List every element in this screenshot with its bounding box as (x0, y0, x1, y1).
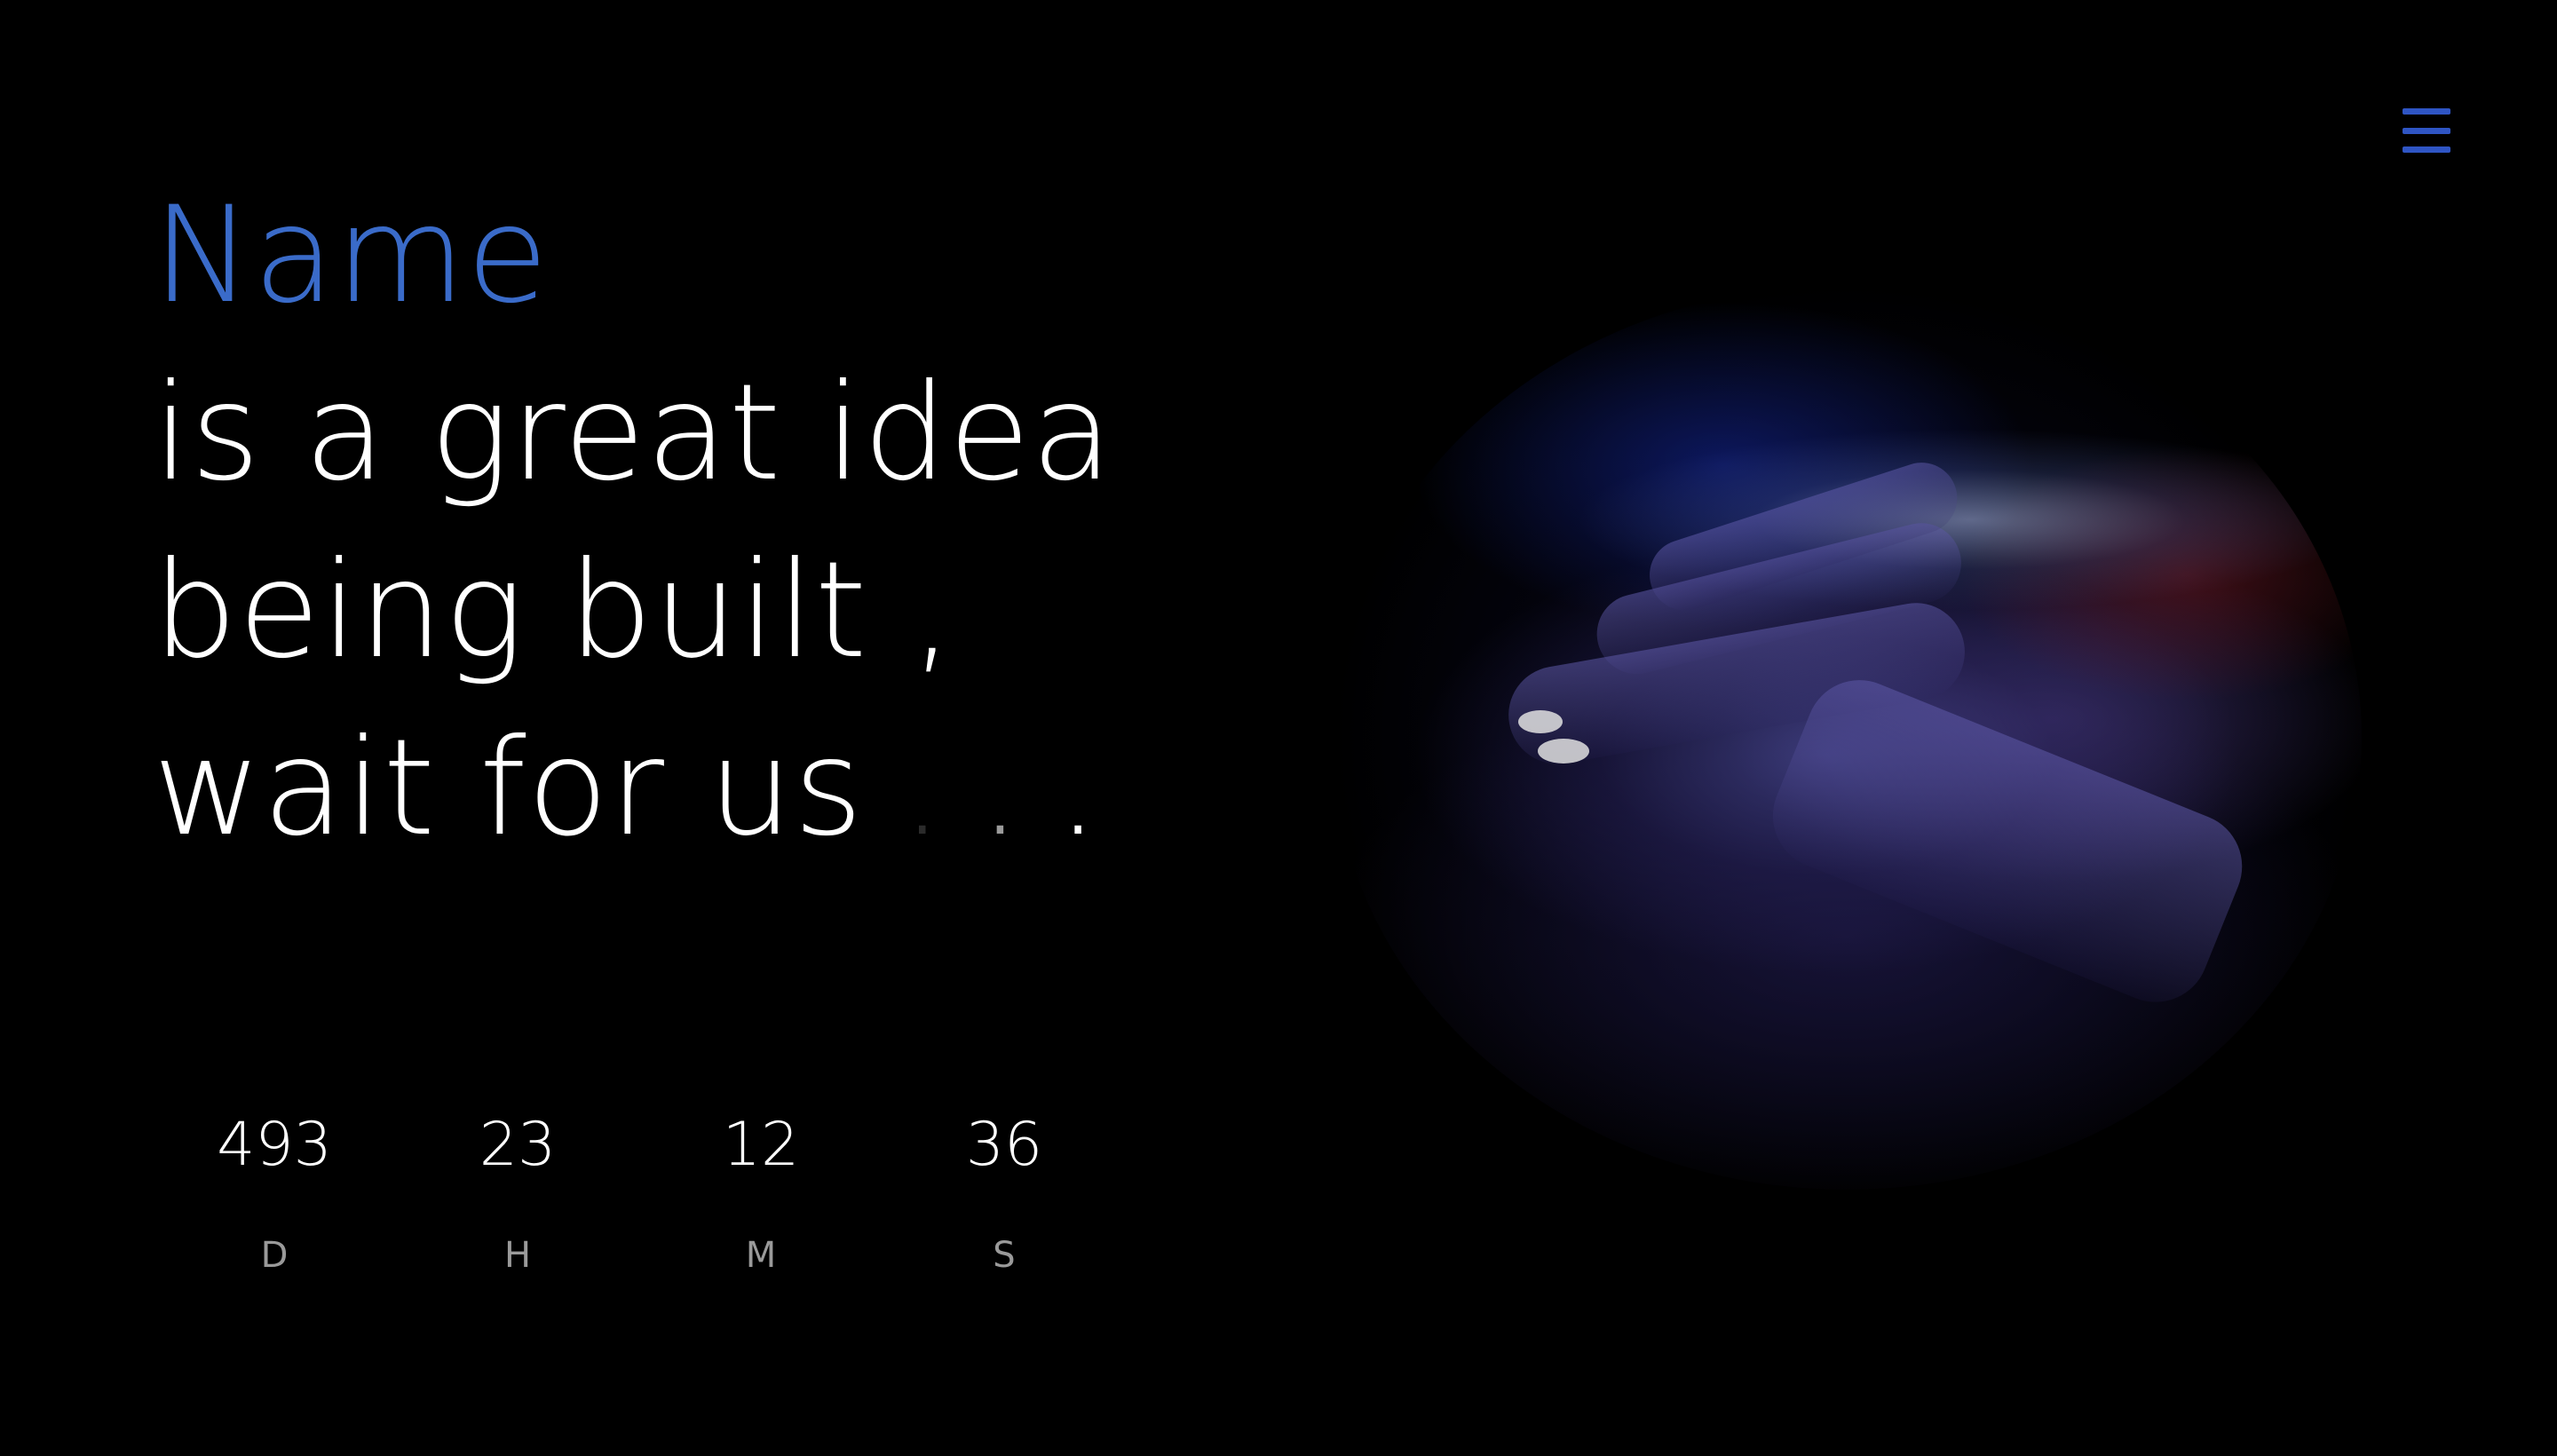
hours-value: 23 (479, 1110, 557, 1180)
loading-dot-2: . (978, 711, 1057, 866)
hero-headline: Name is a great idea being built , wait … (153, 167, 1135, 877)
loading-dot-3: . (1057, 711, 1135, 866)
seconds-value: 36 (965, 1110, 1043, 1180)
days-value: 493 (217, 1110, 332, 1180)
days-label: D (260, 1235, 289, 1276)
menu-bar-middle (2403, 127, 2450, 134)
loading-dots: ... (901, 711, 1135, 866)
headline-line-2: being built , (153, 534, 954, 688)
key-glint (1538, 739, 1589, 764)
finger-shape (1756, 664, 2259, 1018)
countdown-seconds: 36 S (883, 1101, 1126, 1278)
countdown-hours: 23 H (396, 1101, 639, 1278)
minutes-value: 12 (722, 1110, 800, 1180)
headline-line-3-wrap: wait for us... (153, 700, 1135, 877)
hand-on-keyboard-image (1332, 284, 2362, 1190)
hours-label: H (503, 1235, 532, 1276)
hamburger-menu-icon[interactable] (2403, 108, 2450, 153)
menu-bar-bottom (2403, 146, 2450, 153)
loading-dot-1: . (900, 711, 979, 866)
seconds-label: S (993, 1235, 1016, 1276)
project-name: Name (153, 178, 550, 333)
countdown-minutes: 12 M (639, 1101, 883, 1278)
headline-line-1: is a great idea (153, 356, 1114, 510)
minutes-label: M (745, 1235, 777, 1276)
countdown-days: 493 D (153, 1101, 396, 1278)
menu-bar-top (2403, 108, 2450, 115)
headline-line-3: wait for us (153, 711, 864, 866)
key-glint (1518, 710, 1563, 733)
countdown-timer: 493 D 23 H 12 M 36 S (153, 1101, 1126, 1278)
